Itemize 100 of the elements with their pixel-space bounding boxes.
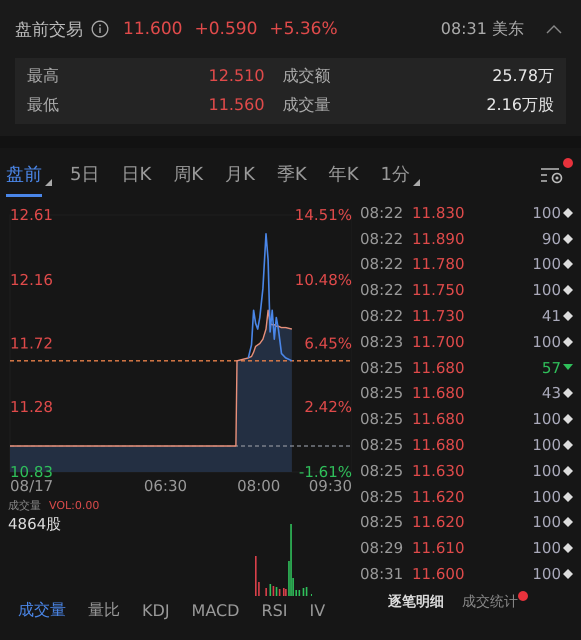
trade-volume: 100	[532, 204, 561, 222]
trade-volume: 100	[532, 488, 561, 506]
indicator-tab[interactable]: IV	[310, 600, 326, 621]
down-triangle-icon	[563, 364, 573, 372]
last-price: 11.600	[123, 19, 182, 39]
trade-volume: 41	[542, 307, 561, 326]
stat-value: 2.16万股	[485, 95, 554, 116]
trade-time: 08:31	[360, 565, 404, 584]
trade-time: 08:25	[360, 513, 404, 532]
percent-axis-label: 10.48%	[294, 270, 352, 289]
price-axis-label: 11.28	[10, 398, 53, 416]
diamond-icon	[563, 388, 573, 398]
period-tab[interactable]: 月K	[225, 154, 255, 196]
diamond-icon	[563, 285, 573, 296]
diamond-icon	[563, 543, 573, 554]
price-axis-label: 11.72	[10, 334, 53, 352]
diamond-icon	[563, 517, 573, 528]
diamond-icon	[563, 259, 573, 270]
indicator-tab[interactable]: 成交量	[18, 600, 66, 621]
diamond-icon	[563, 466, 573, 476]
trade-price: 11.890	[412, 230, 464, 248]
trade-volume: 43	[542, 384, 561, 402]
trade-price: 11.780	[412, 255, 464, 274]
volume-reading: 4864股	[8, 515, 62, 534]
trade-volume: 100	[532, 436, 561, 454]
stat-value: 12.510	[208, 66, 264, 87]
indicator-tab[interactable]: 量比	[88, 600, 120, 621]
stat-label: 最低	[27, 95, 59, 116]
trade-time: 08:22	[360, 204, 404, 222]
trade-time: 08:22	[360, 307, 404, 326]
diamond-icon	[563, 440, 573, 450]
market-time: 08:31 美东	[440, 18, 524, 40]
trade-time: 08:22	[360, 230, 404, 248]
stat-label: 成交量	[282, 95, 330, 116]
trade-price: 11.680	[412, 436, 464, 454]
period-tab[interactable]: 季K	[276, 154, 307, 196]
trade-tab[interactable]: 成交统计	[462, 592, 518, 611]
trade-price: 11.830	[412, 204, 464, 222]
price-axis-label: 12.61	[10, 206, 53, 224]
trade-volume: 100	[532, 410, 561, 428]
period-tab[interactable]: 周K	[173, 154, 204, 196]
stat-value: 25.78万	[491, 66, 554, 87]
volume-label: 成交量	[8, 498, 41, 513]
indicator-tab[interactable]: KDJ	[142, 600, 170, 621]
trade-time: 08:25	[360, 358, 404, 377]
percent-axis-label: 2.42%	[304, 398, 352, 416]
trade-time: 08:25	[360, 488, 404, 506]
diamond-icon	[563, 311, 573, 322]
trade-price: 11.680	[412, 358, 464, 377]
period-tab[interactable]: 年K	[328, 154, 359, 196]
trade-volume: 100	[532, 281, 561, 300]
trade-price: 11.630	[412, 462, 464, 480]
trade-price: 11.730	[412, 307, 464, 326]
diamond-icon	[563, 234, 573, 244]
diamond-icon	[563, 569, 573, 580]
trade-volume: 100	[532, 539, 561, 558]
trade-tab[interactable]: 逐笔明细	[388, 592, 444, 611]
info-icon[interactable]	[91, 20, 109, 38]
volume-indicator: VOL:0.00	[49, 499, 100, 512]
trade-price: 11.600	[412, 565, 464, 584]
trade-time: 08:25	[360, 436, 404, 454]
trade-time: 08:22	[360, 281, 404, 300]
trade-time: 08:29	[360, 539, 404, 558]
trade-volume: 100	[532, 332, 561, 351]
trade-volume: 100	[532, 255, 561, 274]
stat-label: 成交额	[282, 66, 330, 87]
trade-time: 08:22	[360, 255, 404, 274]
period-tab[interactable]: 5日	[70, 154, 100, 196]
trade-price: 11.680	[412, 384, 464, 402]
trade-price: 11.620	[412, 488, 464, 506]
volume-bars-drawing	[254, 524, 312, 596]
trade-volume: 90	[542, 230, 561, 248]
period-tab[interactable]: 日K	[121, 154, 152, 196]
price-axis-label: 12.16	[10, 270, 53, 289]
indicator-tab[interactable]: RSI	[262, 600, 288, 621]
stat-label: 最高	[27, 66, 59, 87]
diamond-icon	[563, 336, 573, 347]
diamond-icon	[563, 414, 573, 424]
dropdown-triangle-icon[interactable]	[45, 178, 52, 186]
trade-time: 08:25	[360, 410, 404, 428]
price-change: +0.590	[194, 19, 258, 39]
trade-price: 11.610	[412, 539, 464, 558]
trade-volume: 100	[532, 565, 561, 584]
period-tab[interactable]: 1分	[380, 154, 410, 196]
trade-volume: 57	[542, 358, 561, 377]
percent-change: +5.36%	[269, 19, 338, 39]
trade-price: 11.750	[412, 281, 464, 300]
indicator-tab[interactable]: MACD	[192, 600, 240, 621]
collapse-icon[interactable]	[546, 24, 562, 34]
trade-time: 08:25	[360, 462, 404, 480]
dropdown-triangle-icon[interactable]	[412, 178, 420, 186]
period-tab[interactable]: 盘前	[6, 154, 42, 196]
time-axis-label: 08:00	[237, 477, 280, 495]
percent-axis-label: 14.51%	[294, 206, 352, 224]
diamond-icon	[563, 208, 573, 218]
stat-value: 11.560	[208, 95, 264, 116]
time-axis-label: 06:30	[144, 477, 188, 495]
percent-axis-label: 6.45%	[304, 334, 352, 352]
diamond-icon	[563, 492, 573, 502]
trade-time: 08:23	[360, 332, 404, 351]
